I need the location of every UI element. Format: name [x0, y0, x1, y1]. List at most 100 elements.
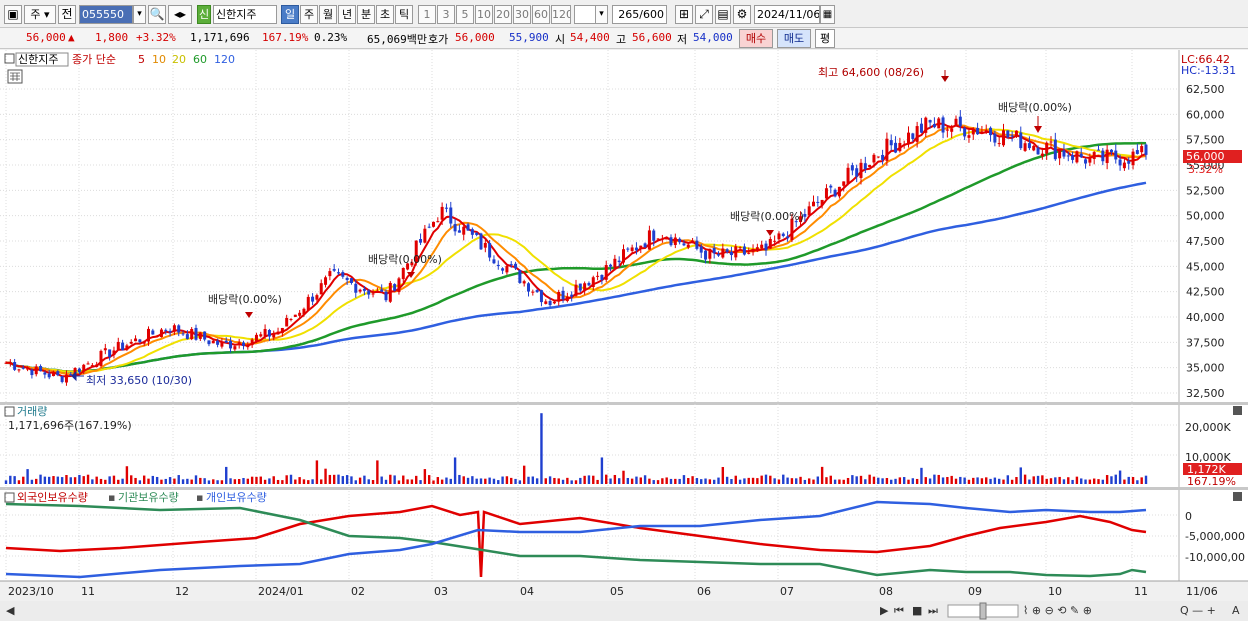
volume-bar — [1054, 477, 1057, 484]
volume-bar — [587, 475, 591, 484]
candle-body — [505, 265, 509, 273]
x-tick-label: 11 — [1134, 585, 1148, 598]
candle-body — [440, 206, 444, 220]
volume-bar — [630, 478, 634, 484]
candle-body — [164, 329, 168, 331]
search-icon[interactable]: 🔍 — [148, 5, 166, 24]
candle-body — [786, 236, 790, 239]
volume-bar — [449, 478, 452, 484]
calculator-icon[interactable] — [7, 69, 23, 84]
volume-bar — [747, 477, 750, 484]
candle-body — [591, 277, 595, 288]
scroll-left-icon[interactable]: ◀ — [6, 604, 15, 617]
candle-body — [129, 341, 133, 344]
count-field[interactable]: 265/600 — [612, 5, 667, 24]
dividend-annotation-1: 배당락(0.00%) — [208, 293, 282, 306]
candle-body — [108, 349, 112, 357]
stop-icon[interactable]: ■ — [912, 604, 922, 617]
custom-period-dropdown[interactable]: ▾ — [595, 5, 608, 24]
candle-body — [881, 154, 885, 160]
minute-60[interactable]: 60 — [532, 5, 550, 24]
volume-bar — [1140, 477, 1143, 484]
chart-type-icon[interactable]: ⊞ — [675, 5, 693, 24]
minute-30[interactable]: 30 — [513, 5, 531, 24]
volume-pane-close-icon[interactable] — [1233, 406, 1242, 415]
bid-label: 호가 — [428, 33, 449, 46]
calendar-icon[interactable]: ▦ — [820, 5, 835, 24]
candle-body — [1084, 159, 1088, 164]
period-minute-tab[interactable]: 분 — [357, 5, 375, 24]
layout-icon[interactable]: ▣ — [4, 5, 22, 24]
gear-icon[interactable]: ⚙ — [733, 5, 751, 24]
minute-20[interactable]: 20 — [494, 5, 512, 24]
sell-button[interactable]: 매도 — [777, 29, 811, 48]
minute-10[interactable]: 10 — [475, 5, 493, 24]
minute-120[interactable]: 120 — [551, 5, 571, 24]
volume-bar — [807, 478, 811, 484]
candle-body — [660, 238, 664, 240]
volume-bar — [1127, 476, 1130, 484]
save-icon[interactable]: ▤ — [715, 5, 731, 24]
svg-text:-5,000,000: -5,000,000 — [1185, 530, 1245, 543]
period-toggle[interactable]: 주 ▾ — [24, 5, 56, 24]
period-year-tab[interactable]: 년 — [338, 5, 356, 24]
candle-body — [937, 118, 941, 129]
volume-bar — [315, 460, 319, 484]
period-month-tab[interactable]: 월 — [319, 5, 337, 24]
candle-body — [306, 296, 310, 311]
candle-body — [466, 224, 470, 231]
volume-bar — [877, 477, 880, 484]
volume-bar — [246, 478, 250, 484]
minute-5[interactable]: 5 — [456, 5, 474, 24]
volume-bar — [263, 479, 267, 484]
holders-pane-close-icon[interactable] — [1233, 492, 1242, 501]
period-week-tab[interactable]: 주 — [300, 5, 318, 24]
forward-icon[interactable]: ⏭ — [928, 604, 938, 617]
candle-body — [488, 243, 492, 258]
zoom-slider-handle[interactable] — [979, 602, 987, 620]
font-size-icon[interactable]: A — [1232, 604, 1240, 617]
volume-bar — [855, 476, 858, 484]
candle-body — [1127, 160, 1131, 164]
x-tick-label: 06 — [697, 585, 711, 598]
date-field[interactable]: 2024/11/06 — [754, 5, 820, 24]
period-second-tab[interactable]: 초 — [376, 5, 394, 24]
eval-button[interactable]: 평 — [815, 29, 835, 48]
candle-body — [39, 366, 43, 372]
minute-1[interactable]: 1 — [418, 5, 436, 24]
zoom-minus-icon[interactable]: Q — + — [1180, 604, 1216, 617]
period-tick-tab[interactable]: 틱 — [395, 5, 413, 24]
chart-area[interactable]: 신한지주 종가 단순 5 10 20 60 120 LC:66.42 HC:-1… — [0, 50, 1248, 621]
rewind-icon[interactable]: ⏮ — [894, 604, 904, 617]
sound-icon[interactable]: ◂▸ — [168, 5, 192, 24]
candle-body — [60, 376, 64, 382]
candle-body — [876, 156, 880, 158]
candle-body — [950, 128, 954, 132]
buy-button[interactable]: 매수 — [739, 29, 773, 48]
volume-bar — [207, 480, 211, 484]
scroll-right-icon[interactable]: ▶ — [880, 604, 889, 617]
candle-body — [116, 341, 120, 351]
candle-body — [453, 224, 457, 232]
volume-bar — [43, 476, 47, 484]
indicator-icon[interactable]: ⤢ — [695, 5, 713, 24]
volume-bar — [225, 466, 228, 484]
minute-3[interactable]: 3 — [437, 5, 455, 24]
zoom-tools-icon[interactable]: ⌇ ⊕ ⊖ ⟲ ✎ ⊕ — [1023, 604, 1092, 617]
x-tick-label: 12 — [175, 585, 189, 598]
volume-bar — [656, 480, 660, 484]
candle-body — [444, 207, 448, 209]
volume-bar — [997, 478, 1001, 484]
candle-body — [976, 127, 980, 135]
candle-body — [397, 278, 401, 293]
volume-bar — [851, 475, 854, 484]
volume-bar — [250, 476, 254, 484]
candle-body — [807, 206, 811, 216]
code-dropdown[interactable]: ▾ — [133, 5, 146, 24]
volume-bar — [652, 480, 655, 484]
prev-button[interactable]: 전 — [58, 5, 76, 24]
stock-name-field[interactable]: 신한지주 — [213, 5, 277, 24]
stock-code-input[interactable]: 055550 — [79, 5, 133, 24]
period-day-tab[interactable]: 일 — [281, 5, 299, 24]
price-tick-label: 52,500 — [1186, 184, 1225, 197]
